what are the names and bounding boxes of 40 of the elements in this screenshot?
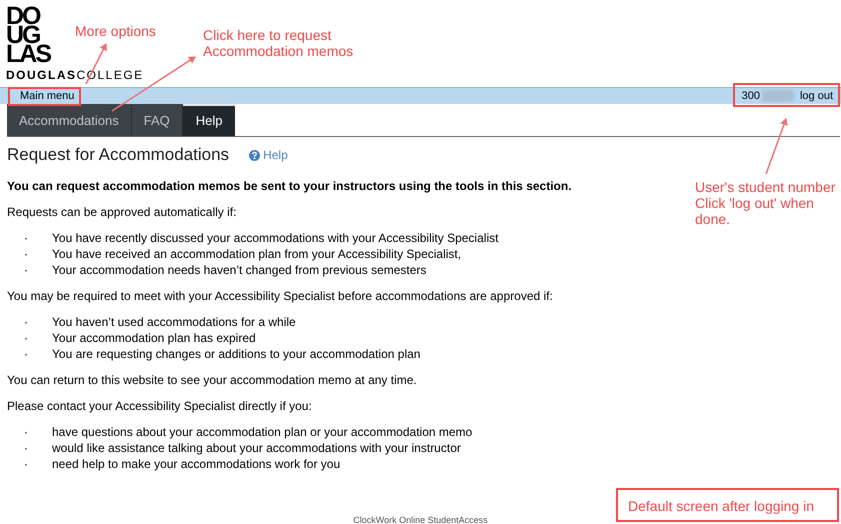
annotation-text: Default screen after logging in bbox=[616, 488, 839, 522]
bullet-marker: · bbox=[24, 456, 29, 472]
bullet-marker: · bbox=[24, 330, 29, 346]
main-menu-link[interactable]: Main menu bbox=[20, 89, 74, 103]
annotation-arrow bbox=[765, 118, 788, 174]
nav-tab[interactable]: Help bbox=[182, 104, 236, 136]
bullet-marker: · bbox=[24, 246, 29, 262]
bullet-marker: · bbox=[24, 314, 29, 330]
bullet-text: You haven’t used accommodations for a while bbox=[52, 314, 296, 330]
paragraph-text: You may be required to meet with your Accessibility Specialist before accommodations are approved if: bbox=[7, 288, 553, 304]
bullet-text: You are requesting changes or additions to your accommodation plan bbox=[52, 346, 420, 362]
logout-link[interactable]: log out bbox=[800, 89, 833, 103]
student-number: 300 bbox=[742, 89, 760, 103]
page-title: Request for Accommodations bbox=[7, 144, 230, 166]
logo-mark: DO UG LAS bbox=[6, 7, 50, 64]
redaction-blur bbox=[762, 90, 794, 102]
bullet-marker: · bbox=[24, 346, 29, 362]
bullet-text: have questions about your accommodation plan or your accommodation memo bbox=[52, 424, 472, 440]
bullet-text: need help to make your accommodations work for you bbox=[52, 456, 340, 472]
help-icon bbox=[249, 150, 260, 160]
bullet-marker: · bbox=[24, 440, 29, 456]
bullet-marker: · bbox=[24, 424, 29, 440]
paragraph-text: You can return to this website to see your accommodation memo at any time. bbox=[7, 372, 417, 388]
bullet-text: would like assistance talking about your accommodations with your instructor bbox=[52, 440, 461, 456]
bullet-marker: · bbox=[24, 262, 29, 278]
bullet-text: Your accommodation plan has expired bbox=[52, 330, 256, 346]
help-link[interactable]: Help bbox=[263, 146, 288, 164]
bullet-marker: · bbox=[24, 230, 29, 246]
annotation-text: Click here to request Accommodation memos bbox=[203, 27, 354, 59]
annotation-text: User's student number Click 'log out' when done. bbox=[695, 179, 836, 227]
nav-tab[interactable]: FAQ bbox=[132, 104, 183, 136]
footer-text: ClockWork Online StudentAccess bbox=[353, 515, 488, 524]
annotation-text: More options bbox=[75, 23, 156, 39]
bullet-text: You have received an accommodation plan from your Accessibility Specialist, bbox=[52, 246, 462, 262]
intro-text: You can request accommodation memos be sent to your instructors using the tools in this section. bbox=[7, 178, 572, 194]
paragraph-text: Requests can be approved automatically if: bbox=[7, 204, 236, 220]
paragraph-text: Please contact your Accessibility Specialist directly if you: bbox=[7, 398, 312, 414]
bullet-text: Your accommodation needs haven’t changed from previous semesters bbox=[52, 262, 426, 278]
nav-tab[interactable]: Accommodations bbox=[7, 104, 132, 136]
bullet-text: You have recently discussed your accommodations with your Accessibility Specialist bbox=[52, 230, 498, 246]
